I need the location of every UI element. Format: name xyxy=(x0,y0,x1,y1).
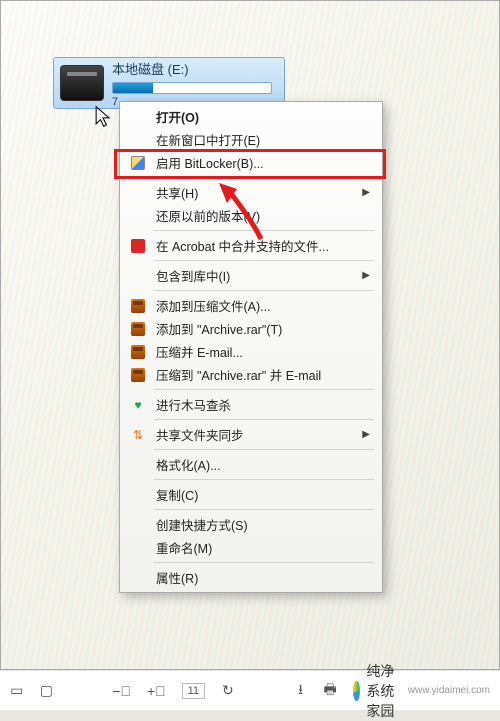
zoom-out-button[interactable]: −⃝ xyxy=(112,681,131,701)
chevron-right-icon: ▶ xyxy=(362,429,370,440)
menu-copy-label: 复制(C) xyxy=(156,485,198,504)
menu-open-new-window[interactable]: 在新窗口中打开(E) xyxy=(122,128,380,151)
print-button[interactable]: 🖶 xyxy=(323,681,337,701)
menu-separator xyxy=(154,290,374,291)
menu-share-label: 共享(H) xyxy=(156,183,198,202)
chevron-right-icon: ▶ xyxy=(362,187,370,198)
chevron-right-icon: ▶ xyxy=(362,270,370,281)
rar-icon xyxy=(130,344,146,360)
green-shield-icon: ♥ xyxy=(130,397,146,413)
menu-open-label: 打开(O) xyxy=(156,107,199,126)
menu-separator xyxy=(154,449,374,450)
menu-separator xyxy=(154,260,374,261)
menu-format-label: 格式化(A)... xyxy=(156,455,221,474)
menu-include-library-label: 包含到库中(I) xyxy=(156,266,230,285)
menu-restore-versions[interactable]: 还原以前的版本(V) xyxy=(122,204,380,227)
menu-folder-sync[interactable]: ⇅ 共享文件夹同步 ▶ xyxy=(122,423,380,446)
download-button[interactable]: ⭳ xyxy=(294,681,308,701)
menu-add-to-archive-rar-label: 添加到 "Archive.rar"(T) xyxy=(156,319,282,338)
drive-usage-bar xyxy=(112,82,272,94)
menu-open-new-window-label: 在新窗口中打开(E) xyxy=(156,130,260,149)
menu-properties-label: 属性(R) xyxy=(156,568,198,587)
menu-compress-email-label: 压缩并 E-mail... xyxy=(156,342,243,361)
menu-separator xyxy=(154,230,374,231)
menu-add-to-archive-label: 添加到压缩文件(A)... xyxy=(156,296,271,315)
context-menu: 打开(O) 在新窗口中打开(E) 启用 BitLocker(B)... 共享(H… xyxy=(119,101,383,593)
rar-icon xyxy=(130,367,146,383)
menu-separator xyxy=(154,177,374,178)
menu-folder-sync-label: 共享文件夹同步 xyxy=(156,425,244,444)
menu-acrobat[interactable]: 在 Acrobat 中合并支持的文件... xyxy=(122,234,380,257)
brand-name: 纯净系统家园 xyxy=(366,661,397,721)
menu-add-to-archive[interactable]: 添加到压缩文件(A)... xyxy=(122,294,380,317)
rar-icon xyxy=(130,298,146,314)
menu-rename[interactable]: 重命名(M) xyxy=(122,536,380,559)
actual-size-button[interactable]: ▭ xyxy=(10,681,24,701)
menu-separator xyxy=(154,479,374,480)
menu-format[interactable]: 格式化(A)... xyxy=(122,453,380,476)
menu-open[interactable]: 打开(O) xyxy=(122,105,380,128)
menu-include-library[interactable]: 包含到库中(I) ▶ xyxy=(122,264,380,287)
rotate-button[interactable]: ↻ xyxy=(221,681,235,701)
fit-screen-button[interactable]: ▢ xyxy=(40,681,54,701)
menu-trojan-scan-label: 进行木马查杀 xyxy=(156,395,231,414)
menu-properties[interactable]: 属性(R) xyxy=(122,566,380,589)
menu-compress-rar-email[interactable]: 压缩到 "Archive.rar" 并 E-mail xyxy=(122,363,380,386)
menu-copy[interactable]: 复制(C) xyxy=(122,483,380,506)
menu-separator xyxy=(154,509,374,510)
drive-label: 本地磁盘 (E:) xyxy=(112,59,278,78)
sync-icon: ⇅ xyxy=(130,427,146,443)
menu-separator xyxy=(154,419,374,420)
desktop-area: 本地磁盘 (E:) 7 打开(O) 在新窗口中打开(E) 启用 BitLocke… xyxy=(0,0,500,670)
menu-share[interactable]: 共享(H) ▶ xyxy=(122,181,380,204)
menu-enable-bitlocker[interactable]: 启用 BitLocker(B)... xyxy=(122,151,380,174)
menu-compress-rar-email-label: 压缩到 "Archive.rar" 并 E-mail xyxy=(156,365,321,384)
menu-trojan-scan[interactable]: ♥ 进行木马查杀 xyxy=(122,393,380,416)
menu-rename-label: 重命名(M) xyxy=(156,538,212,557)
menu-add-to-archive-rar[interactable]: 添加到 "Archive.rar"(T) xyxy=(122,317,380,340)
menu-compress-email[interactable]: 压缩并 E-mail... xyxy=(122,340,380,363)
rar-icon xyxy=(130,321,146,337)
viewer-toolbar: ▭ ▢ −⃝ +⃝ 11 ↻ ⭳ 🖶 纯净系统家园 www.yidaimei.c… xyxy=(0,670,500,710)
menu-create-shortcut[interactable]: 创建快捷方式(S) xyxy=(122,513,380,536)
hard-drive-icon xyxy=(60,65,104,101)
shield-icon xyxy=(130,155,146,171)
brand-logo-icon xyxy=(353,681,360,701)
branding: 纯净系统家园 www.yidaimei.com xyxy=(353,661,490,721)
pdf-icon xyxy=(130,238,146,254)
drive-usage-fill xyxy=(113,83,153,93)
menu-separator xyxy=(154,562,374,563)
menu-restore-versions-label: 还原以前的版本(V) xyxy=(156,206,260,225)
zoom-in-button[interactable]: +⃝ xyxy=(147,681,166,701)
menu-separator xyxy=(154,389,374,390)
menu-create-shortcut-label: 创建快捷方式(S) xyxy=(156,515,248,534)
brand-url: www.yidaimei.com xyxy=(408,685,490,696)
menu-enable-bitlocker-label: 启用 BitLocker(B)... xyxy=(156,153,264,172)
menu-acrobat-label: 在 Acrobat 中合并支持的文件... xyxy=(156,236,329,255)
page-indicator[interactable]: 11 xyxy=(182,683,205,699)
